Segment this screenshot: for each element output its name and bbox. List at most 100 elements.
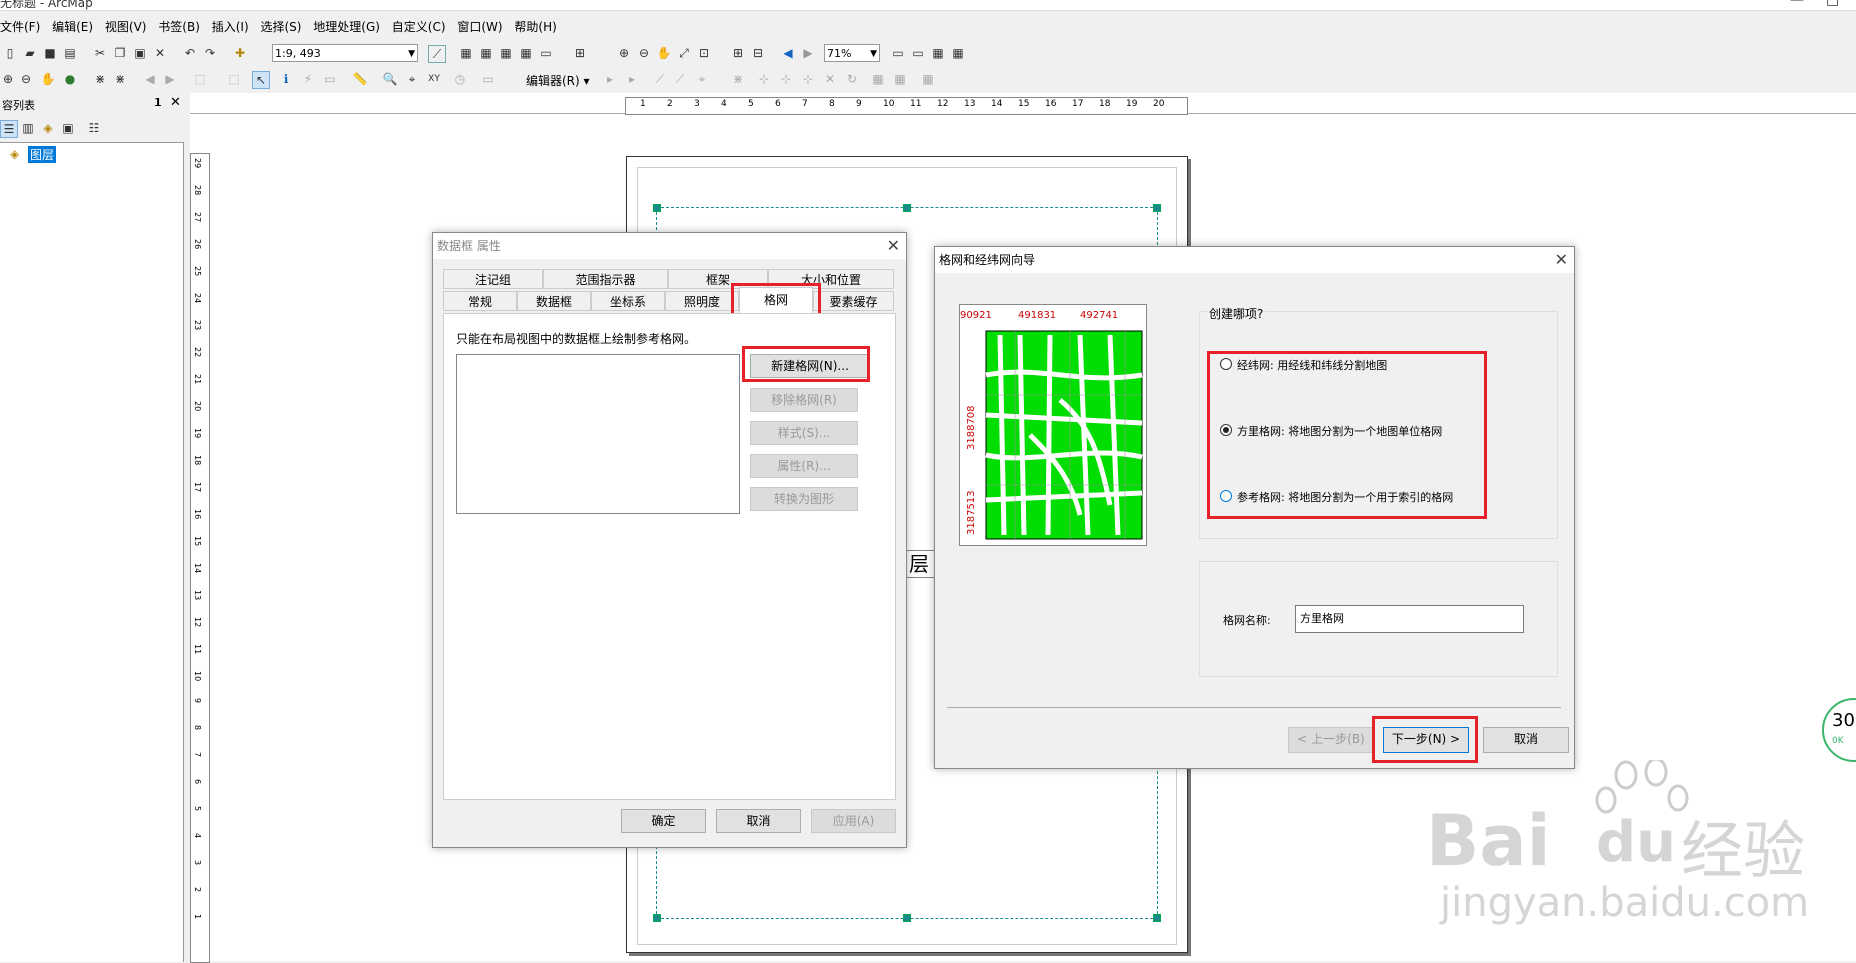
hyperlink-icon[interactable]: ⚡ [300, 71, 316, 87]
edit-tool-icon[interactable]: ▸ [602, 71, 618, 87]
menu-edit[interactable]: 编辑(E) [52, 16, 101, 38]
save-icon[interactable]: ■ [42, 45, 58, 61]
tab-data-frame[interactable]: 数据框 [517, 291, 591, 311]
fixed-zoom-in-map-icon[interactable]: ⋇ [92, 71, 108, 87]
fixed-zoom-out-map-icon[interactable]: ⋇ [112, 71, 128, 87]
menu-view[interactable]: 视图(V) [105, 16, 155, 38]
close-icon[interactable]: ✕ [1555, 247, 1568, 273]
editor-toolbar-icon[interactable]: ⟋ [428, 45, 446, 63]
rotate-icon[interactable]: ↻ [844, 71, 860, 87]
toc-close-icon[interactable]: ✕ [170, 95, 181, 110]
forward-icon[interactable]: ▶ [162, 71, 178, 87]
frame-handle[interactable] [653, 914, 661, 922]
focus-frame-icon[interactable]: ▭ [910, 45, 926, 61]
arctoolbox-icon[interactable]: ▦ [518, 45, 534, 61]
zoom-combo[interactable]: 71% ▼ [824, 44, 880, 62]
pin-icon[interactable]: 𝟭 [154, 96, 162, 109]
straight-segment-icon[interactable]: ⟋ [652, 71, 668, 87]
back-extent-icon[interactable]: ◀ [780, 45, 796, 61]
copy-icon[interactable]: ❐ [112, 45, 128, 61]
sketch-properties-icon[interactable]: ▦ [892, 71, 908, 87]
catalog-icon[interactable]: ▦ [478, 45, 494, 61]
scale-combo[interactable]: 1:9, 493 ▼ [272, 44, 418, 62]
menu-selection[interactable]: 选择(S) [260, 16, 309, 38]
clear-selection-icon[interactable]: ⬚ [226, 71, 242, 87]
edit-vertices-icon[interactable]: ⊹ [756, 71, 772, 87]
wizard-cancel-button[interactable]: 取消 [1483, 727, 1569, 753]
toggle-draft-icon[interactable]: ▭ [890, 45, 906, 61]
zoom-out-page-icon[interactable]: ⊖ [636, 45, 652, 61]
zoom-100-icon[interactable]: ⊡ [696, 45, 712, 61]
minimize-icon[interactable]: — [1790, 0, 1804, 8]
frame-handle[interactable] [903, 914, 911, 922]
frame-handle[interactable] [1153, 914, 1161, 922]
cut-icon[interactable]: ✂ [92, 45, 108, 61]
tab-extent-indicators[interactable]: 范围指示器 [543, 269, 668, 289]
toc-window-icon[interactable]: ▦ [458, 45, 474, 61]
properties-button[interactable]: 属性(R)... [750, 454, 858, 478]
find-route-icon[interactable]: ⌖ [404, 71, 420, 87]
create-features-icon[interactable]: ▦ [920, 71, 936, 87]
edit-annotation-icon[interactable]: ▸ [624, 71, 640, 87]
menu-help[interactable]: 帮助(H) [514, 16, 564, 38]
print-icon[interactable]: ▤ [62, 45, 78, 61]
apply-button[interactable]: 应用(A) [811, 809, 896, 833]
tab-general[interactable]: 常规 [443, 291, 517, 311]
menu-windows[interactable]: 窗口(W) [457, 16, 510, 38]
toc-layer-item[interactable]: 图层 [28, 146, 57, 163]
measured-grid-radio[interactable] [1220, 424, 1232, 436]
convert-to-graphics-button[interactable]: 转换为图形 [750, 487, 858, 511]
zoom-whole-page-icon[interactable]: ⤢ [676, 45, 692, 61]
goto-xy-icon[interactable]: XY [426, 71, 442, 87]
grid-list[interactable] [456, 354, 740, 514]
measure-icon[interactable]: 📏 [352, 71, 368, 87]
fixed-zoom-in-icon[interactable]: ⊞ [730, 45, 746, 61]
list-by-visibility-icon[interactable]: ◈ [40, 120, 56, 136]
menu-geoprocessing[interactable]: 地理处理(G) [313, 16, 388, 38]
reshape-icon[interactable]: ⊹ [778, 71, 794, 87]
ok-button[interactable]: 确定 [621, 809, 706, 833]
python-icon[interactable]: ▭ [538, 45, 554, 61]
cut-polygons-icon[interactable]: ⊹ [800, 71, 816, 87]
zoom-in-icon[interactable]: ⊕ [0, 71, 16, 87]
measured-grid-label[interactable]: 方里格网: 将地图分割为一个地图单位格网 [1237, 423, 1442, 439]
model-builder-icon[interactable]: ⊞ [572, 45, 588, 61]
tab-annotation-groups[interactable]: 注记组 [443, 269, 543, 289]
split-tool-icon[interactable]: ✕ [822, 71, 838, 87]
open-icon[interactable]: ▰ [22, 45, 38, 61]
pan-icon[interactable]: ✋ [40, 71, 56, 87]
new-icon[interactable]: ▯ [2, 45, 18, 61]
menu-bookmarks[interactable]: 书签(B) [158, 16, 208, 38]
attributes-icon[interactable]: ▦ [870, 71, 886, 87]
select-features-icon[interactable]: ⬚ [192, 71, 208, 87]
back-button[interactable]: < 上一步(B) [1288, 727, 1374, 753]
full-extent-icon[interactable]: ● [62, 71, 78, 87]
trace-icon[interactable]: ⌖ [694, 71, 710, 87]
time-slider-icon[interactable]: ◷ [452, 71, 468, 87]
frame-handle[interactable] [1153, 204, 1161, 212]
redo-icon[interactable]: ↷ [202, 45, 218, 61]
select-elements-icon[interactable]: ↖ [252, 71, 270, 89]
list-by-selection-icon[interactable]: ▣ [60, 120, 76, 136]
paste-icon[interactable]: ▣ [132, 45, 148, 61]
delete-icon[interactable]: ✕ [152, 45, 168, 61]
search-window-icon[interactable]: ▦ [498, 45, 514, 61]
list-by-drawing-order-icon[interactable]: ☰ [0, 120, 18, 138]
style-button[interactable]: 样式(S)... [750, 421, 858, 445]
frame-handle[interactable] [653, 204, 661, 212]
split-icon[interactable]: ⋇ [730, 71, 746, 87]
toc-options-icon[interactable]: ☷ [86, 120, 102, 136]
find-icon[interactable]: 🔍 [382, 71, 398, 87]
close-icon[interactable]: ✕ [887, 233, 900, 259]
menu-customize[interactable]: 自定义(C) [392, 16, 454, 38]
change-layout-icon[interactable]: ▦ [930, 45, 946, 61]
reference-grid-label[interactable]: 参考格网: 将地图分割为一个用于索引的格网 [1237, 489, 1453, 505]
grid-name-input[interactable]: 方里格网 [1295, 605, 1524, 633]
graticule-radio[interactable] [1220, 358, 1232, 370]
back-icon[interactable]: ◀ [142, 71, 158, 87]
menu-file[interactable]: 文件(F) [0, 16, 48, 38]
list-by-source-icon[interactable]: ▥ [20, 120, 36, 136]
tab-coordinate-system[interactable]: 坐标系 [591, 291, 665, 311]
tab-feature-cache[interactable]: 要素缓存 [813, 291, 894, 311]
remove-grid-button[interactable]: 移除格网(R) [750, 388, 858, 412]
